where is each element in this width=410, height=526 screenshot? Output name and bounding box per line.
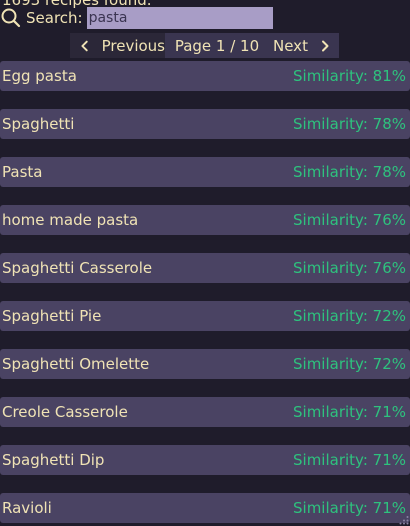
chevron-left-icon — [81, 40, 88, 51]
result-row[interactable]: Spaghetti Casserole Similarity: 76% — [0, 253, 410, 283]
result-row[interactable]: home made pasta Similarity: 76% — [0, 205, 410, 235]
pagination-bar: Previous Page 1 / 10 Next — [70, 33, 339, 58]
similarity-score: Similarity: 71% — [293, 451, 406, 469]
result-row[interactable]: Creole Casserole Similarity: 71% — [0, 397, 410, 427]
next-page-button[interactable]: Next — [269, 33, 339, 58]
recipe-search-app: 1693 recipes found. Search: Previous Pag… — [0, 0, 410, 526]
search-icon — [1, 8, 21, 28]
similarity-score: Similarity: 76% — [293, 211, 406, 229]
similarity-score: Similarity: 72% — [293, 307, 406, 325]
result-row[interactable]: Pasta Similarity: 78% — [0, 157, 410, 187]
similarity-score: Similarity: 81% — [293, 67, 406, 85]
result-row[interactable]: Spaghetti Pie Similarity: 72% — [0, 301, 410, 331]
recipe-name: Ravioli — [2, 499, 52, 517]
recipe-name: Spaghetti Pie — [2, 307, 102, 325]
recipe-name: Creole Casserole — [2, 403, 128, 421]
recipe-name: Spaghetti Dip — [2, 451, 105, 469]
similarity-score: Similarity: 72% — [293, 355, 406, 373]
search-label: Search: — [26, 9, 83, 27]
resize-grip-icon[interactable] — [399, 515, 409, 525]
recipe-name: Egg pasta — [2, 67, 77, 85]
result-row[interactable]: Spaghetti Omelette Similarity: 72% — [0, 349, 410, 379]
previous-label: Previous — [101, 36, 165, 55]
recipe-name: Pasta — [2, 163, 43, 181]
search-input[interactable] — [86, 7, 273, 29]
chevron-right-icon — [321, 40, 329, 51]
result-row[interactable]: Ravioli Similarity: 71% — [0, 493, 410, 523]
page-indicator: Page 1 / 10 — [174, 36, 260, 55]
similarity-score: Similarity: 78% — [293, 115, 406, 133]
next-label: Next — [273, 36, 308, 55]
recipe-name: home made pasta — [2, 211, 139, 229]
similarity-score: Similarity: 71% — [293, 499, 406, 517]
recipe-name: Spaghetti Casserole — [2, 259, 153, 277]
result-row[interactable]: Egg pasta Similarity: 81% — [0, 61, 410, 91]
search-bar: Search: — [0, 6, 273, 30]
result-row[interactable]: Spaghetti Dip Similarity: 71% — [0, 445, 410, 475]
previous-page-button[interactable]: Previous — [70, 33, 165, 58]
result-row[interactable]: Spaghetti Similarity: 78% — [0, 109, 410, 139]
recipe-name: Spaghetti Omelette — [2, 355, 150, 373]
similarity-score: Similarity: 78% — [293, 163, 406, 181]
recipe-name: Spaghetti — [2, 115, 75, 133]
similarity-score: Similarity: 76% — [293, 259, 406, 277]
similarity-score: Similarity: 71% — [293, 403, 406, 421]
